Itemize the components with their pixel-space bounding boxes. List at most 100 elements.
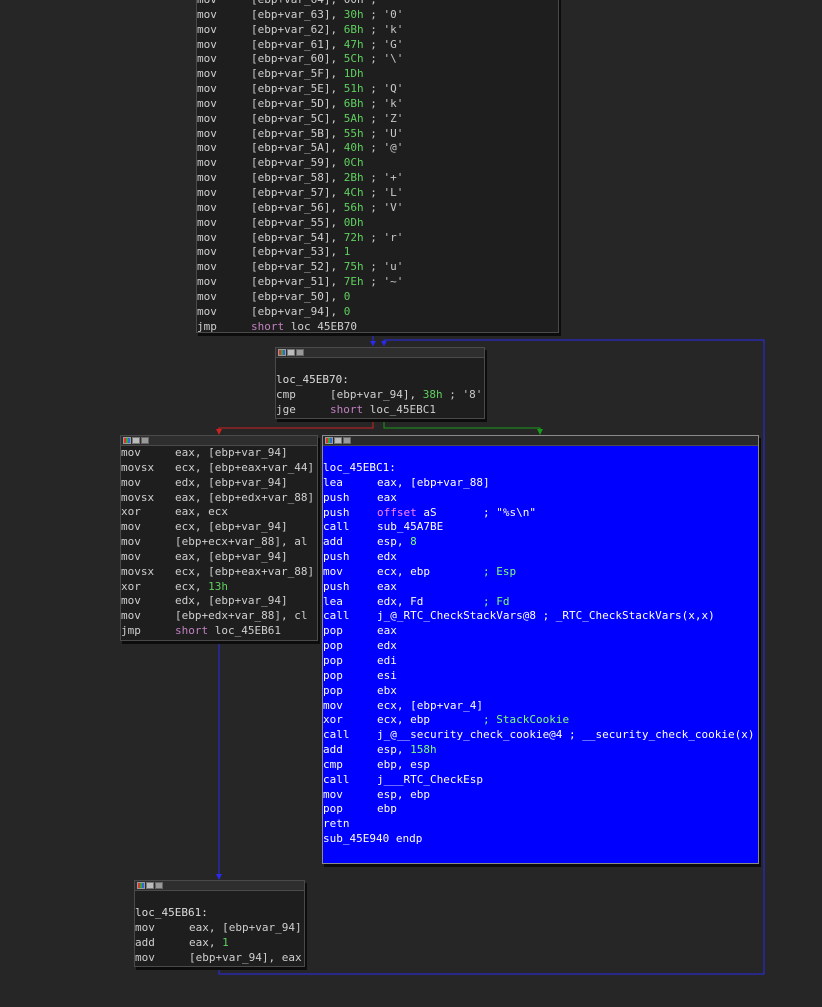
instruction-line[interactable]: mov eax, [ebp+var_94]	[121, 446, 317, 461]
instruction-line[interactable]: mov [ebp+var_54], 72h ; 'r'	[197, 231, 558, 246]
instruction-line[interactable]: mov [ebp+var_56], 56h ; 'V'	[197, 201, 558, 216]
instruction-line[interactable]: mov [ebp+ecx+var_88], al	[121, 535, 317, 550]
instruction-line[interactable]: movsx ecx, [ebp+eax+var_44]	[121, 461, 317, 476]
comment: ; '@'	[363, 141, 404, 155]
instruction-line[interactable]: jmp short loc_45EB70	[197, 319, 558, 333]
instruction-line[interactable]: mov [ebp+var_63], 30h ; '0'	[197, 8, 558, 23]
instruction-line[interactable]: mov [ebp+var_5C], 5Ah ; 'Z'	[197, 112, 558, 127]
graph-node-loc-45eb61[interactable]: loc_45EB61: mov eax, [ebp+var_94] add eax, …	[134, 880, 305, 967]
instruction-line[interactable]: mov [ebp+var_59], 0Ch	[197, 156, 558, 171]
instruction-line[interactable]: mov [ebp+var_62], 6Bh ; 'k'	[197, 23, 558, 38]
instruction-line[interactable]: mov [ebp+var_52], 75h ; 'u'	[197, 260, 558, 275]
instruction-line[interactable]: add esp, 158h	[323, 743, 758, 758]
instruction-line[interactable]: mov [ebp+var_51], 7Eh ; '~'	[197, 275, 558, 290]
operands: [ebp+var_62], 6Bh ; 'k'	[251, 23, 403, 38]
instruction-line[interactable]: cmp ebp, esp	[323, 758, 758, 773]
instruction-line[interactable]: mov [ebp+var_55], 0Dh	[197, 216, 558, 231]
instruction-line[interactable]: jmp short loc_45EB61	[121, 624, 317, 639]
instruction-line[interactable]: cmp [ebp+var_94], 38h ; '8'	[276, 388, 484, 403]
instruction-line[interactable]: mov [ebp+var_57], 4Ch ; 'L'	[197, 186, 558, 201]
color-icon[interactable]	[278, 349, 286, 356]
instruction-line[interactable]: mov [ebp+var_94], 0	[197, 305, 558, 320]
instruction-line[interactable]: push edx	[323, 550, 758, 565]
instruction-line[interactable]: mov [ebp+var_58], 2Bh ; '+'	[197, 171, 558, 186]
group-icon[interactable]	[343, 437, 351, 444]
group-icon[interactable]	[141, 437, 149, 444]
instruction-line[interactable]: push eax	[323, 580, 758, 595]
instruction-line[interactable]: mov [ebp+edx+var_88], cl	[121, 609, 317, 624]
instruction-line[interactable]: pop ebx	[323, 684, 758, 699]
instruction-line[interactable]: mov [ebp+var_61], 47h ; 'G'	[197, 38, 558, 53]
color-icon[interactable]	[325, 437, 333, 444]
instruction-line[interactable]: mov ecx, [ebp+var_4]	[323, 699, 758, 714]
instruction-line[interactable]: add esp, 8	[323, 535, 758, 550]
instruction-line[interactable]: xor ecx, 13h	[121, 580, 317, 595]
instruction-line[interactable]: mov [ebp+var_5E], 51h ; 'Q'	[197, 82, 558, 97]
instruction-line[interactable]: mov ecx, ebp ; Esp	[323, 565, 758, 580]
color-icon[interactable]	[137, 882, 145, 889]
operand-text: loc_45EB70	[290, 319, 357, 333]
instruction-line[interactable]: movsx ecx, [ebp+eax+var_88]	[121, 565, 317, 580]
instruction-line[interactable]: sub_45E940 endp	[323, 832, 758, 847]
instruction-line[interactable]: call j_@__security_check_cookie@4 ; __sec…	[323, 728, 758, 743]
instruction-line[interactable]: mov edx, [ebp+var_94]	[121, 594, 317, 609]
instruction-line[interactable]: movsx eax, [ebp+edx+var_88]	[121, 491, 317, 506]
instruction-line[interactable]: mov[ebp+var_64], 00h ;	[197, 0, 558, 8]
instruction-line[interactable]: xor eax, ecx	[121, 505, 317, 520]
instruction-line[interactable]: mov [ebp+var_53], 1	[197, 245, 558, 260]
node-label[interactable]: loc_45EBC1:	[323, 461, 758, 476]
instruction-line[interactable]: call j___RTC_CheckEsp	[323, 773, 758, 788]
operand-text: loc_45EBC1	[369, 402, 436, 416]
operands: [ebp+var_94], eax	[189, 951, 302, 966]
instruction-line[interactable]: xor ecx, ebp ; StackCookie	[323, 713, 758, 728]
instruction-line[interactable]: mov [ebp+var_5B], 55h ; 'U'	[197, 127, 558, 142]
comment: ; 'U'	[363, 126, 404, 140]
instruction-line[interactable]: pop esi	[323, 669, 758, 684]
instruction-line[interactable]: lea eax, [ebp+var_88]	[323, 476, 758, 491]
instruction-line[interactable]: add eax, 1	[135, 936, 304, 951]
group-icon[interactable]	[155, 882, 163, 889]
instruction-line[interactable]: mov esp, ebp	[323, 788, 758, 803]
immediate-value: 1	[222, 935, 229, 949]
operands: j___RTC_CheckEsp	[377, 773, 483, 788]
instruction-line[interactable]: mov eax, [ebp+var_94]	[135, 921, 304, 936]
instruction-line[interactable]: call sub_45A7BE	[323, 520, 758, 535]
instruction-line[interactable]: lea edx, Fd ; Fd	[323, 595, 758, 610]
graph-node-init[interactable]: mov[ebp+var_64], 00h ;mov[ebp+var_63], 3…	[196, 0, 559, 333]
instruction-line[interactable]: mov [ebp+var_50], 0	[197, 290, 558, 305]
operand-text: eax, ecx	[175, 505, 228, 519]
graph-node-loop-body[interactable]: mov eax, [ebp+var_94] movsx ecx, [ebp+eax+v…	[120, 435, 318, 641]
group-icon[interactable]	[296, 349, 304, 356]
instruction-line[interactable]: call j_@_RTC_CheckStackVars@8 ; _RTC_Chec…	[323, 609, 758, 624]
mnemonic: mov	[197, 22, 217, 36]
instruction-line[interactable]: pop edx	[323, 639, 758, 654]
instruction-line[interactable]: pop eax	[323, 624, 758, 639]
node-label[interactable]: loc_45EB70:	[276, 373, 484, 388]
instruction-line[interactable]: pop edi	[323, 654, 758, 669]
instruction-line[interactable]: mov [ebp+var_5F], 1Dh	[197, 67, 558, 82]
instruction-line[interactable]: mov eax, [ebp+var_94]	[121, 550, 317, 565]
instruction-line[interactable]: mov [ebp+var_5D], 6Bh ; 'k'	[197, 97, 558, 112]
instruction-line[interactable]: mov [ebp+var_94], eax	[135, 951, 304, 966]
instruction-line[interactable]: pop ebp	[323, 802, 758, 817]
instruction-line[interactable]: mov [ebp+var_60], 5Ch ; '\'	[197, 52, 558, 67]
edit-icon[interactable]	[287, 349, 295, 356]
edit-icon[interactable]	[334, 437, 342, 444]
edit-icon[interactable]	[132, 437, 140, 444]
instruction-line[interactable]: mov ecx, [ebp+var_94]	[121, 520, 317, 535]
graph-node-loc-45eb70[interactable]: loc_45EB70: cmp [ebp+var_94], 38h ; '8' jg…	[275, 347, 485, 419]
node-label[interactable]: loc_45EB61:	[135, 906, 304, 921]
mnemonic: mov	[197, 230, 217, 244]
graph-node-loc-45ebc1[interactable]: loc_45EBC1: lea eax, [ebp+var_88] push eax p…	[322, 435, 759, 864]
operand-text: [ebp+var_54],	[251, 230, 344, 244]
instruction-line[interactable]: jge short loc_45EBC1	[276, 403, 484, 418]
instruction-line[interactable]: mov edx, [ebp+var_94]	[121, 476, 317, 491]
edit-icon[interactable]	[146, 882, 154, 889]
color-icon[interactable]	[123, 437, 131, 444]
instruction-line[interactable]: push eax	[323, 491, 758, 506]
mnemonic: mov	[121, 549, 141, 563]
instruction-line[interactable]: mov [ebp+var_5A], 40h ; '@'	[197, 141, 558, 156]
instruction-line[interactable]: push offset aS ; "%s\n"	[323, 506, 758, 521]
node-header	[121, 436, 317, 446]
instruction-line[interactable]: retn	[323, 817, 758, 832]
